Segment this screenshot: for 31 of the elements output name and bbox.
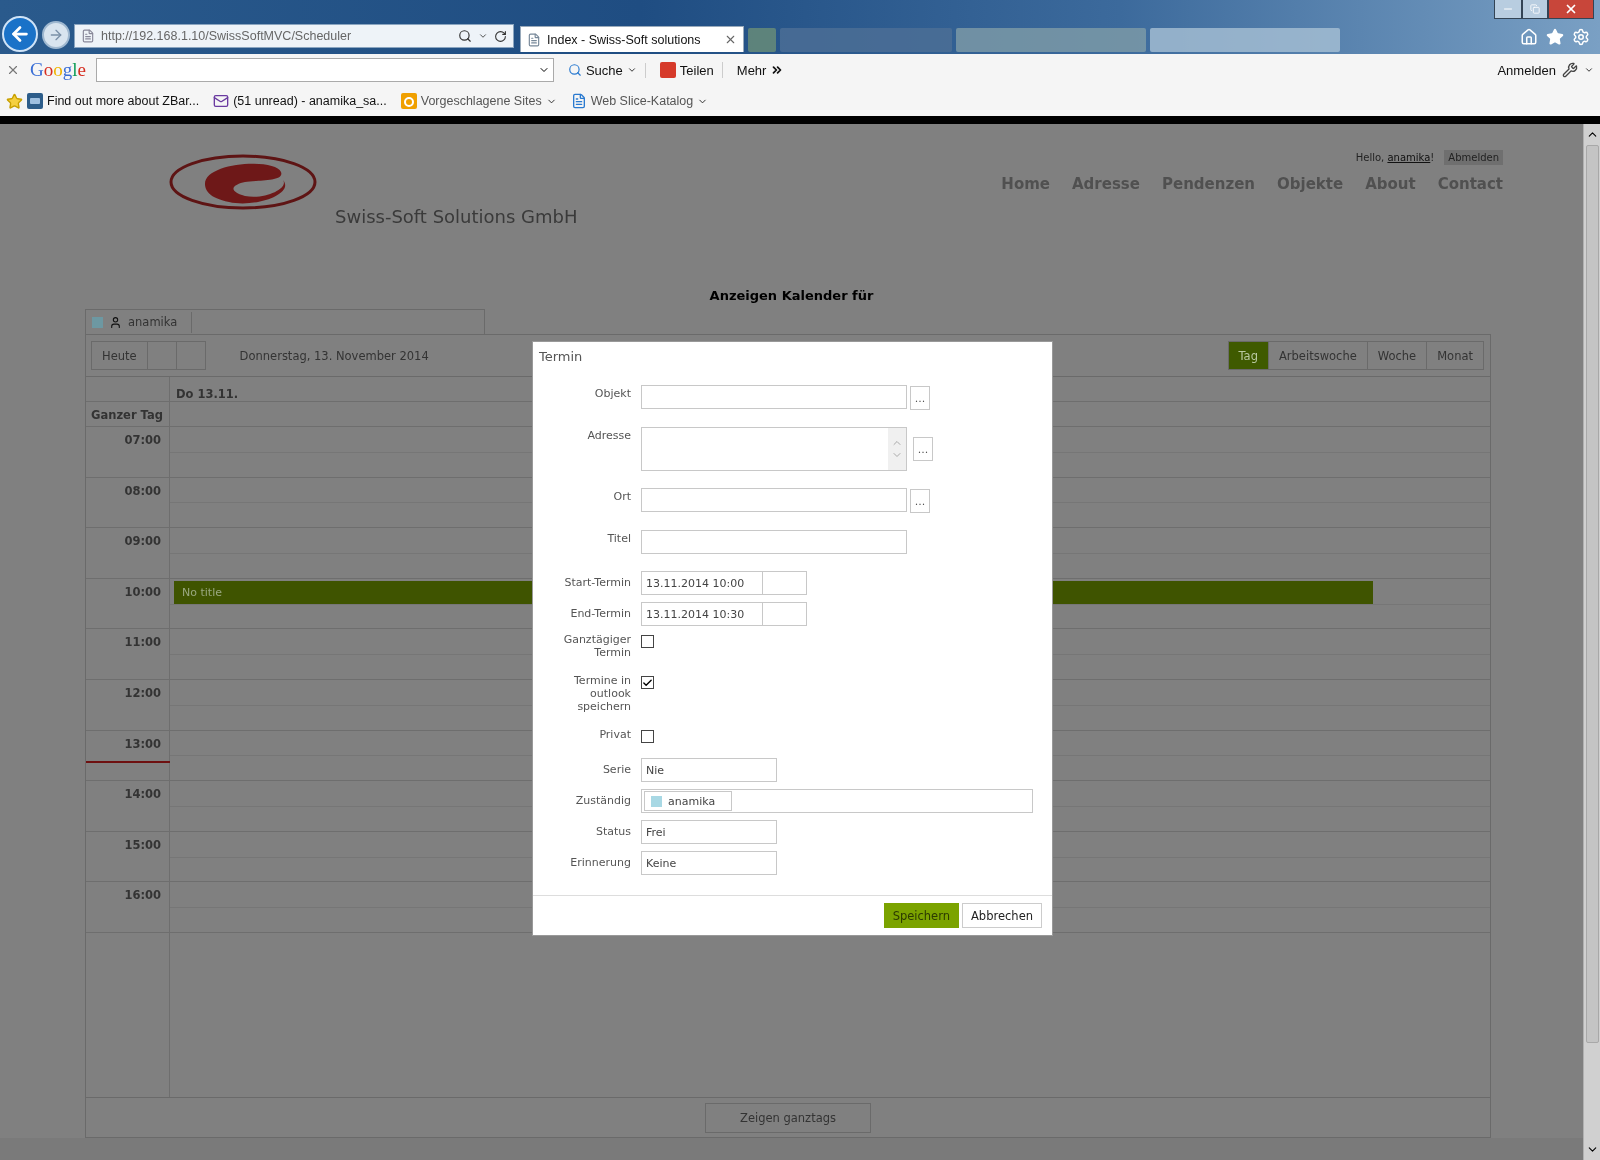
field-label: Status <box>594 824 631 838</box>
current-date: Donnerstag, 13. November 2014 <box>239 348 429 363</box>
field-label: Adresse <box>586 428 631 442</box>
hour-label: 10:00 <box>124 584 161 599</box>
field-label: Serie <box>601 762 631 776</box>
hour-label: 12:00 <box>124 685 161 700</box>
company-name: Swiss-Soft Solutions GmbH <box>335 206 578 227</box>
hour-label: 15:00 <box>124 837 161 852</box>
all-day-label: Ganzer Tag <box>91 408 163 422</box>
hour-label: 09:00 <box>124 534 161 549</box>
field-label: Ort <box>612 489 631 503</box>
calendar-title: Anzeigen Kalender für <box>708 288 875 303</box>
hour-label: 11:00 <box>124 635 161 650</box>
field-label: Ganztägiger Termin <box>562 633 631 659</box>
dialog-title: Termin <box>538 348 584 366</box>
hour-label: 07:00 <box>124 433 161 447</box>
hour-label: 16:00 <box>124 888 161 903</box>
hour-label: 13:00 <box>124 736 161 751</box>
field-label: Titel <box>606 531 631 545</box>
field-label: Zuständig <box>574 793 631 807</box>
field-label: End-Termin <box>569 606 631 620</box>
hour-label: 08:00 <box>124 483 161 498</box>
field-label: Erinnerung <box>569 855 631 869</box>
field-label: Termine in outlook speichern <box>573 674 631 713</box>
field-label: Objekt <box>593 386 631 400</box>
field-label: Privat <box>598 728 631 741</box>
greeting-text: Hello, anamika! <box>1355 152 1435 163</box>
google-logo: Google <box>30 59 86 81</box>
day-header: Do 13.11. <box>176 387 239 401</box>
hour-label: 14:00 <box>124 787 161 802</box>
field-label: Start-Termin <box>563 575 631 589</box>
